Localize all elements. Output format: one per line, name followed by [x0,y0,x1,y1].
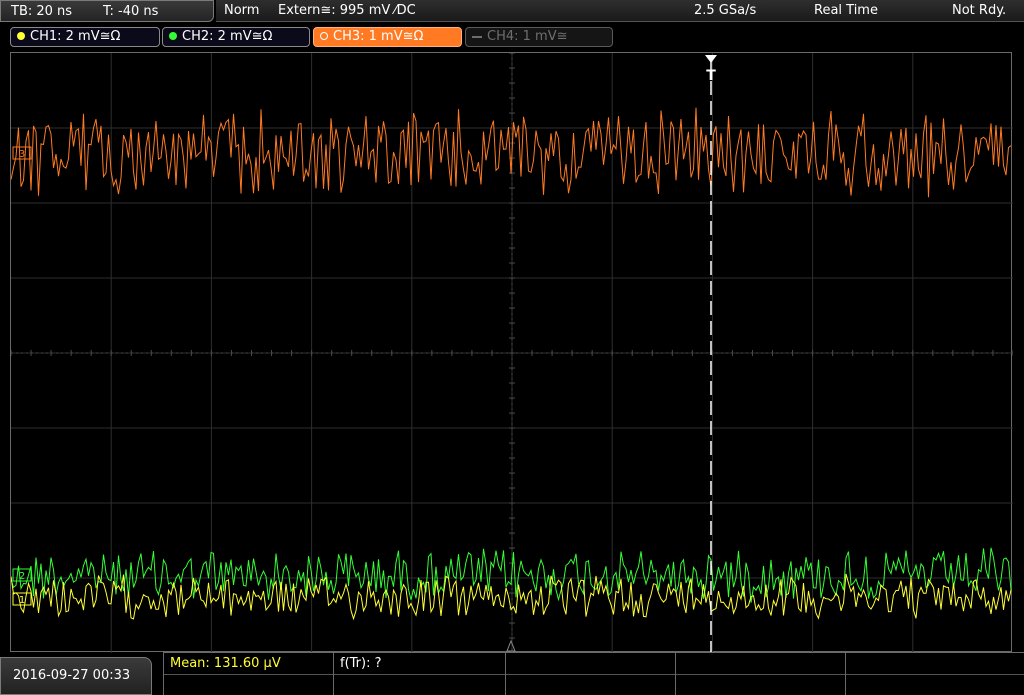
svg-text:1: 1 [19,595,25,606]
ch1-color-icon [17,31,25,40]
svg-text:2: 2 [19,571,25,582]
ch3-trace [11,107,1012,198]
channel-tab-ch1[interactable]: CH1: 2 mV≅Ω [10,27,160,47]
ch1-label: CH1: 2 mV≅Ω [30,29,121,44]
waveform-canvas: T 3 2 1 [11,53,1013,653]
ch3-label: CH3: 1 mV≅Ω [333,29,424,44]
waveform-display[interactable]: T 3 2 1 [10,52,1013,653]
measurement-cell-1[interactable]: Mean: 131.60 µV [163,653,333,695]
channel-tab-ch3[interactable]: CH3: 1 mV≅Ω [313,27,462,47]
measurement-cell-5[interactable] [845,653,1024,695]
trigger-offset-label: T: -40 ns [103,4,159,19]
status-bar: TB: 20 ns T: -40 ns Norm Extern≅: 995 mV… [0,0,1024,24]
acquisition-strip[interactable]: Norm Extern≅: 995 mV ⁄DC 2.5 GSa/s Real … [216,0,1024,22]
trigger-mode-label: Norm [224,3,260,18]
trigger-marker-text: T [706,68,716,84]
horizontal-position-icon[interactable] [506,639,516,652]
ch2-color-icon [169,31,177,40]
acquisition-mode-label: Real Time [814,3,878,18]
trigger-position-icon[interactable] [705,55,717,63]
ch2-label: CH2: 2 mV≅Ω [182,29,273,44]
ch4-label: CH4: 1 mV≅ [487,29,568,44]
measurement-cell-3[interactable] [505,653,675,695]
trigger-status-label: Not Rdy. [952,3,1007,18]
trigger-source-label: Extern≅: 995 mV ⁄DC [278,3,416,18]
channel-tab-ch2[interactable]: CH2: 2 mV≅Ω [162,27,310,47]
timebase-label: TB: 20 ns [11,4,73,19]
ch4-off-icon [472,35,482,38]
ch1-offset-marker[interactable]: 1 [12,592,32,606]
measurement-cell-4[interactable] [675,653,845,695]
timebase-box[interactable]: TB: 20 ns T: -40 ns [0,0,214,22]
sample-rate-label: 2.5 GSa/s [694,3,757,18]
date-time-display: 2016-09-27 00:33 [0,657,152,695]
svg-text:3: 3 [19,149,25,160]
ch3-color-icon [320,31,328,40]
mean-measurement: Mean: 131.60 µV [170,656,281,671]
measurement-cell-2[interactable]: f(Tr): ? [333,653,505,695]
channel-tab-ch4[interactable]: CH4: 1 mV≅ [465,27,613,47]
measurement-panel[interactable]: Mean: 131.60 µV f(Tr): ? [163,652,1024,695]
date-time-label: 2016-09-27 00:33 [13,668,131,683]
rise-frequency-measurement: f(Tr): ? [340,656,382,671]
traces [11,107,1012,621]
